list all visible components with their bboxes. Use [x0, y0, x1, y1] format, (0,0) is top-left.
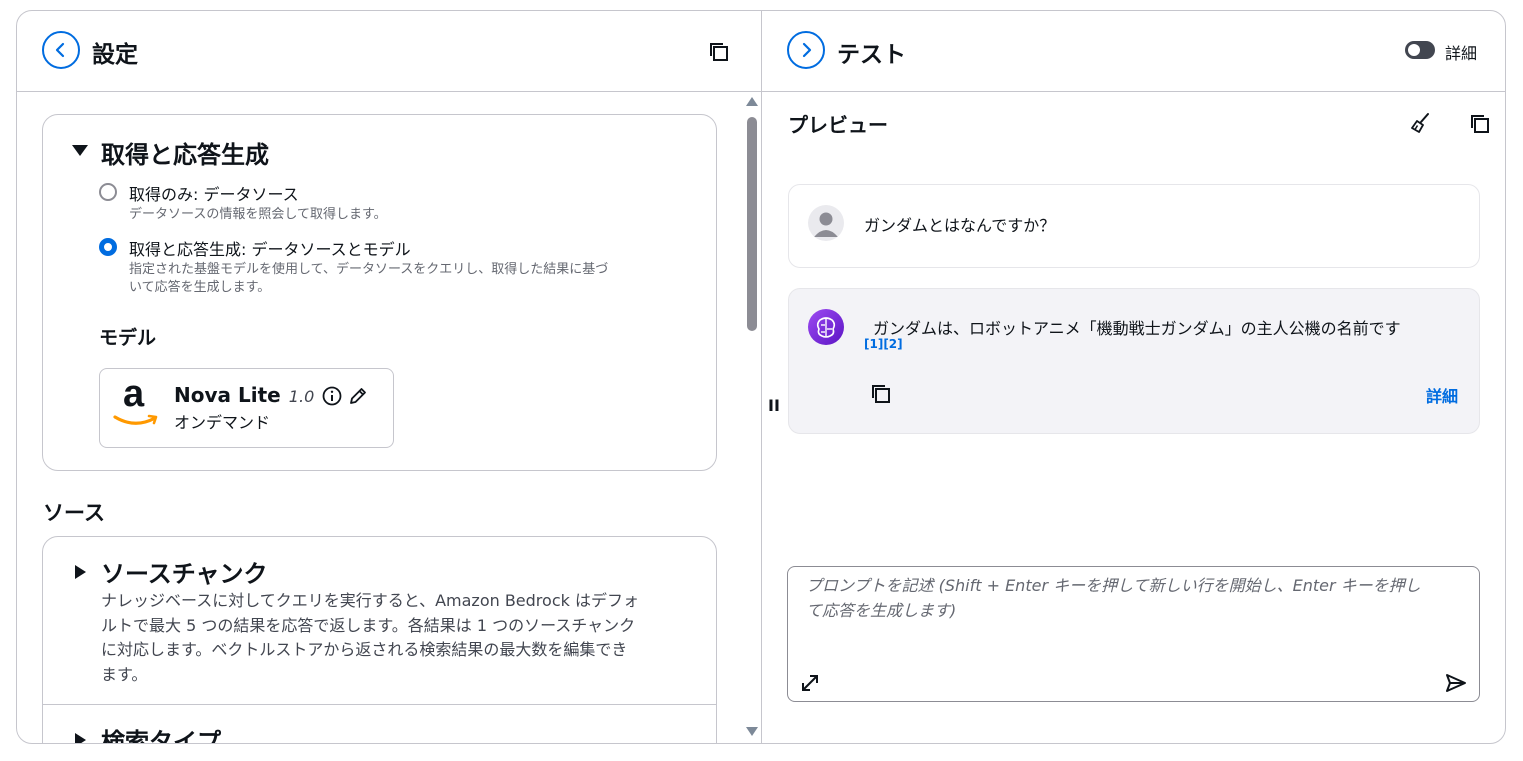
- model-version: 1.0: [288, 387, 315, 406]
- divider: [43, 704, 716, 705]
- model-card[interactable]: a Nova Lite 1.0 オンデマンド: [99, 368, 394, 448]
- copy-icon[interactable]: [870, 383, 892, 405]
- copy-icon[interactable]: [708, 41, 730, 63]
- model-mode: オンデマンド: [174, 413, 271, 432]
- info-icon[interactable]: [322, 386, 342, 406]
- details-link[interactable]: 詳細: [1426, 383, 1458, 407]
- model-name: Nova Lite: [174, 383, 281, 407]
- radio-retrieve-and-generate-description-2: いて応答を生成します。: [129, 280, 271, 295]
- caret-right-icon[interactable]: [75, 565, 86, 579]
- collapse-settings-button[interactable]: [42, 31, 80, 69]
- settings-header: 設定: [17, 11, 761, 92]
- assistant-brain-icon: [808, 309, 844, 345]
- scroll-down-arrow-icon[interactable]: [746, 727, 758, 736]
- retrieval-generation-card: 取得と応答生成 取得のみ: データソース データソースの情報を照会して取得します…: [42, 114, 717, 471]
- user-message: ガンダムとはなんですか？: [788, 184, 1480, 268]
- chevron-left-icon: [55, 42, 65, 58]
- user-avatar-icon: [808, 205, 844, 241]
- test-panel: テスト 詳細 プレビュー ガンダムとはなんですか？ ガンダムは、ロボットアニメ「…: [762, 11, 1505, 743]
- details-toggle-label[interactable]: 詳細: [1445, 40, 1477, 64]
- amazon-logo-icon: a: [113, 373, 161, 429]
- user-message-text: ガンダムとはなんですか？: [864, 216, 1056, 235]
- assistant-message: ガンダムは、ロボットアニメ「機動戦士ガンダム」の主人公機の名前です [1][2]…: [788, 288, 1480, 434]
- retrieval-section-title[interactable]: 取得と応答生成: [101, 135, 269, 170]
- search-type-title[interactable]: 検索タイプ: [101, 722, 221, 743]
- source-chunk-title[interactable]: ソースチャンク: [101, 554, 268, 589]
- model-heading: モデル: [99, 327, 157, 349]
- test-title: テスト: [837, 42, 906, 68]
- prompt-input[interactable]: プロンプトを記述 (Shift + Enter キーを押して新しい行を開始し、E…: [787, 566, 1480, 702]
- chevron-right-icon: [802, 42, 812, 58]
- caret-down-icon[interactable]: [72, 145, 88, 156]
- source-chunk-description: ナレッジベースに対してクエリを実行すると、Amazon Bedrock はデフォ…: [101, 591, 639, 684]
- radio-retrieve-only[interactable]: [99, 183, 117, 201]
- caret-right-icon[interactable]: [75, 733, 86, 743]
- scroll-up-arrow-icon[interactable]: [746, 97, 758, 106]
- preview-title: プレビュー: [788, 113, 888, 137]
- radio-retrieve-only-description: データソースの情報を照会して取得します。: [129, 207, 387, 222]
- radio-retrieve-and-generate[interactable]: [99, 238, 117, 256]
- prompt-placeholder: プロンプトを記述 (Shift + Enter キーを押して新しい行を開始し、E…: [806, 576, 1421, 620]
- source-heading: ソース: [43, 501, 105, 525]
- citation-links[interactable]: [1][2]: [864, 337, 903, 351]
- send-icon[interactable]: [1444, 671, 1468, 695]
- app-frame: 設定 取得と応答生成 取得のみ: データソース データソースの情報を照会して取得…: [16, 10, 1506, 744]
- source-card: ソースチャンク ナレッジベースに対してクエリを実行すると、Amazon Bedr…: [42, 536, 717, 743]
- expand-icon[interactable]: [799, 672, 821, 694]
- edit-pencil-icon[interactable]: [348, 386, 368, 406]
- scroll-thumb[interactable]: [747, 117, 757, 331]
- details-toggle[interactable]: [1405, 41, 1435, 59]
- settings-panel: 設定 取得と応答生成 取得のみ: データソース データソースの情報を照会して取得…: [17, 11, 762, 743]
- radio-retrieve-only-label[interactable]: 取得のみ: データソース: [129, 181, 299, 205]
- radio-retrieve-and-generate-description-1: 指定された基盤モデルを使用して、データソースをクエリし、取得した結果に基づ: [129, 262, 609, 277]
- test-header: テスト 詳細: [762, 11, 1505, 92]
- settings-title: 設定: [92, 42, 138, 68]
- assistant-message-text: ガンダムは、ロボットアニメ「機動戦士ガンダム」の主人公機の名前です: [873, 319, 1401, 338]
- radio-retrieve-and-generate-label[interactable]: 取得と応答生成: データソースとモデル: [129, 236, 411, 260]
- expand-test-button[interactable]: [787, 31, 825, 69]
- panel-resize-handle[interactable]: II: [768, 396, 780, 415]
- settings-scrollbar[interactable]: [745, 97, 759, 742]
- copy-icon[interactable]: [1469, 113, 1491, 135]
- clear-broom-icon[interactable]: [1409, 111, 1433, 135]
